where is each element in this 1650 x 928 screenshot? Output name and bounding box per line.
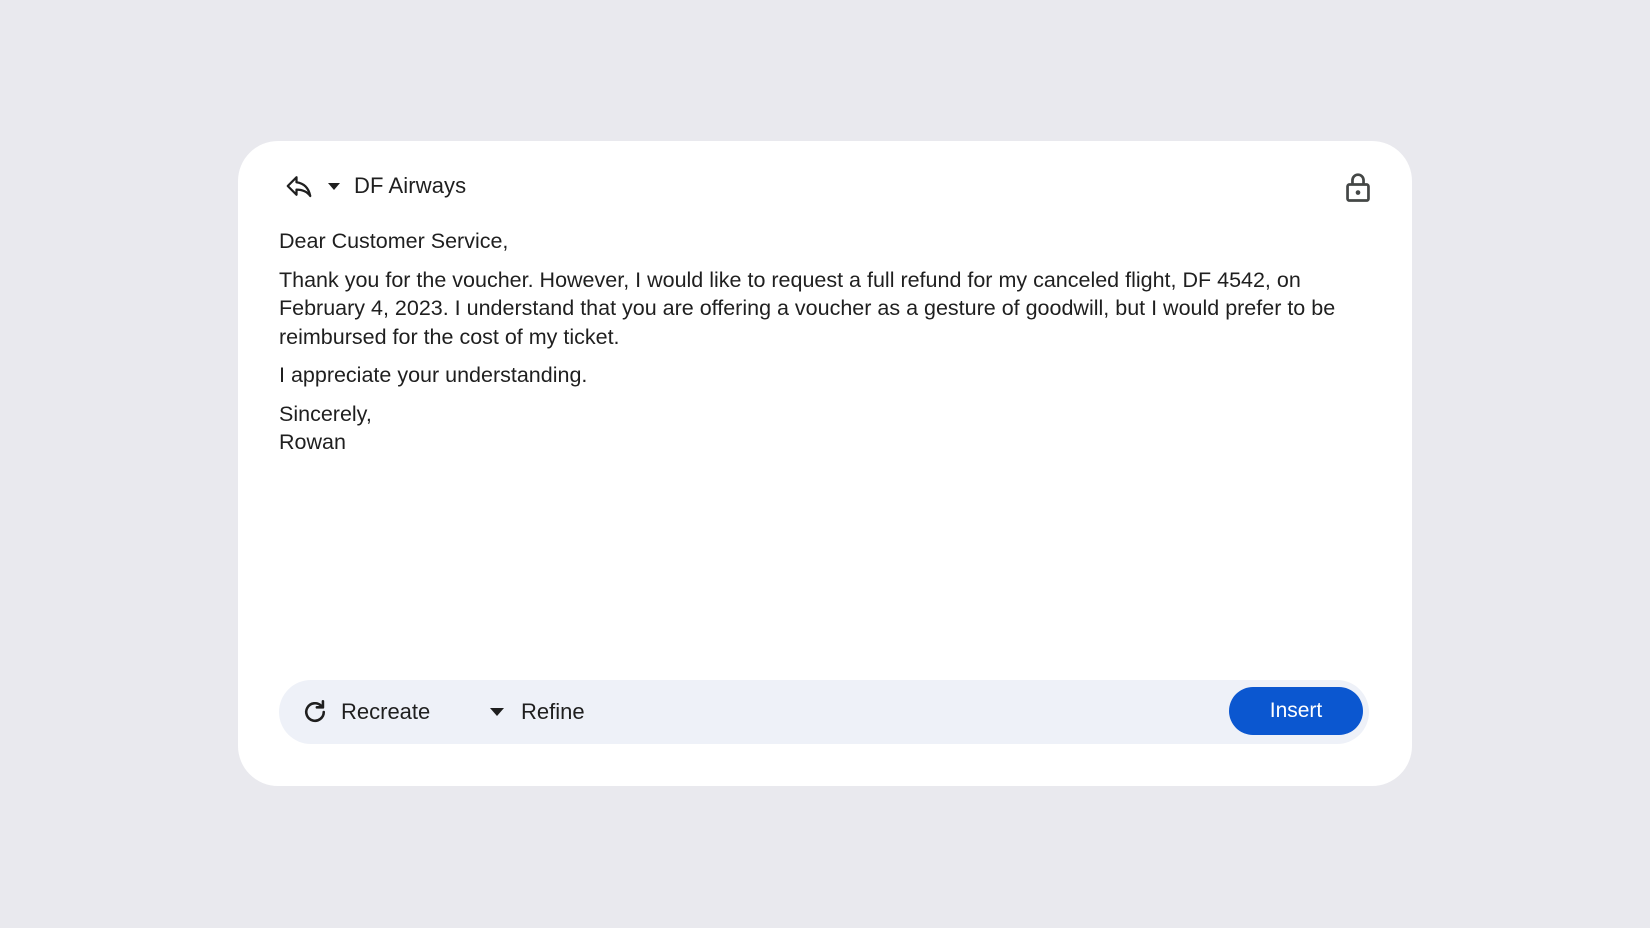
body-paragraph: I appreciate your understanding. bbox=[279, 363, 588, 387]
draft-header: DF Airways bbox=[284, 170, 466, 202]
recreate-label: Recreate bbox=[341, 699, 431, 724]
insert-button[interactable]: Insert bbox=[1229, 687, 1363, 735]
refine-label: Refine bbox=[521, 699, 585, 724]
signature: Rowan bbox=[279, 430, 346, 454]
draft-toolbar: Recreate Refine Insert bbox=[279, 680, 1369, 744]
draft-body[interactable]: Dear Customer Service, Thank you for the… bbox=[279, 227, 1369, 467]
reply-icon[interactable] bbox=[284, 171, 314, 201]
recreate-button[interactable]: Recreate bbox=[301, 680, 430, 744]
help-me-write-card: DF Airways Dear Customer Service, Thank … bbox=[238, 141, 1412, 786]
lock-icon[interactable] bbox=[1342, 170, 1374, 204]
greeting: Dear Customer Service, bbox=[279, 229, 509, 253]
refresh-icon bbox=[301, 698, 341, 726]
recipient-name[interactable]: DF Airways bbox=[354, 173, 466, 199]
arrow-drop-down-icon bbox=[485, 700, 521, 724]
refine-button[interactable]: Refine bbox=[485, 680, 585, 744]
body-paragraph: Thank you for the voucher. However, I wo… bbox=[279, 267, 1336, 349]
closing: Sincerely, bbox=[279, 401, 372, 426]
arrow-drop-down-icon[interactable] bbox=[322, 174, 346, 198]
